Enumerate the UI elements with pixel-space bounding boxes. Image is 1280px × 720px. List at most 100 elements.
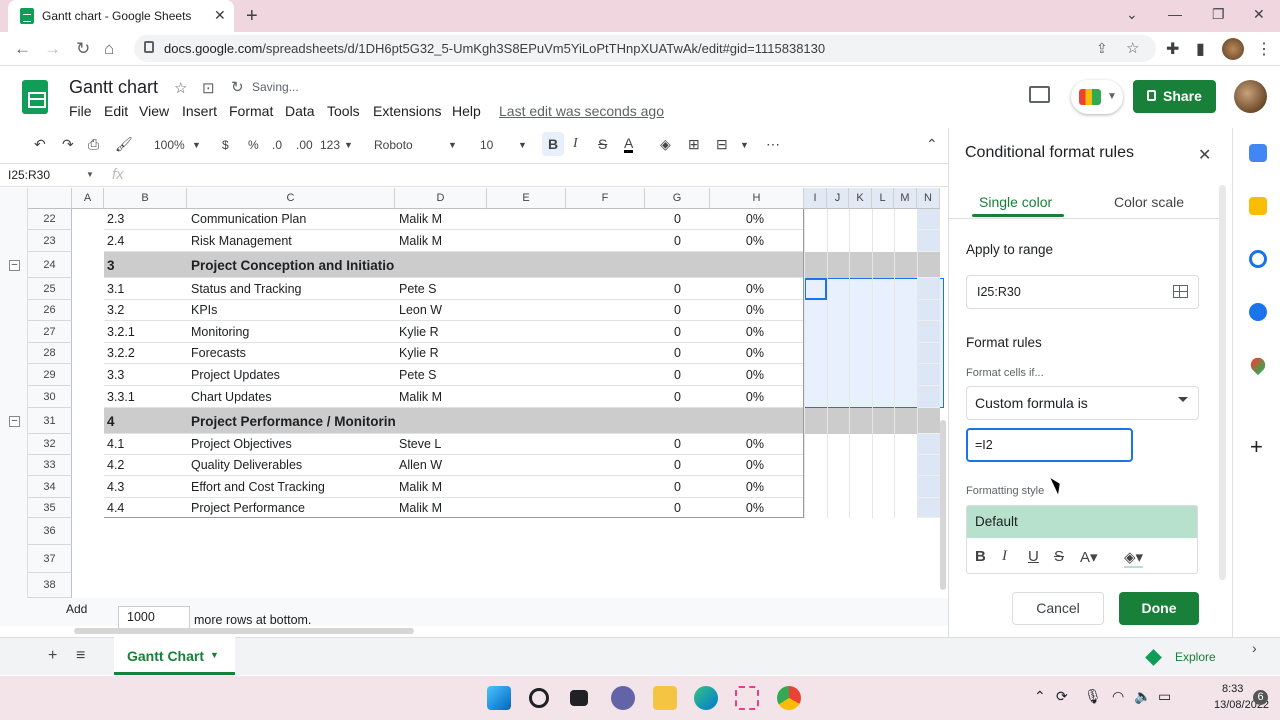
sheet-tab-gantt-chart[interactable]: Gantt Chart ▼ bbox=[114, 637, 235, 675]
cell-wbs[interactable]: 3.2.2 bbox=[107, 346, 187, 360]
range-input[interactable]: I25:R30 bbox=[966, 275, 1199, 309]
cell-owner[interactable]: Kylie R bbox=[399, 346, 487, 360]
tab-single-color[interactable]: Single color bbox=[979, 194, 1052, 210]
address-bar[interactable]: docs.google.com/spreadsheets/d/1DH6pt5G3… bbox=[134, 35, 1156, 62]
style-preset-default[interactable]: Default bbox=[967, 506, 1197, 538]
menu-data[interactable]: Data bbox=[285, 103, 315, 119]
column-header-a[interactable]: A bbox=[72, 188, 104, 209]
collapse-toolbar-icon[interactable]: ⌃ bbox=[926, 136, 938, 153]
explore-button[interactable]: Explore bbox=[1133, 642, 1228, 672]
cell-task[interactable]: Chart Updates bbox=[191, 390, 395, 404]
bookmark-star-icon[interactable]: ☆ bbox=[1126, 39, 1139, 57]
horizontal-scrollbar[interactable] bbox=[74, 628, 414, 634]
notification-badge[interactable]: 6 bbox=[1253, 690, 1268, 705]
custom-formula-input[interactable]: =I2 bbox=[966, 428, 1133, 462]
decrease-decimal-button[interactable]: .0 bbox=[272, 138, 282, 152]
name-box-caret-icon[interactable]: ▼ bbox=[86, 170, 94, 179]
window-close-icon[interactable]: ✕ bbox=[1253, 6, 1265, 23]
extensions-puzzle-icon[interactable]: ✚ bbox=[1166, 39, 1179, 59]
cell-progress[interactable]: 0% bbox=[710, 303, 764, 317]
column-header-l[interactable]: L bbox=[872, 188, 894, 209]
cell-duration[interactable]: 0 bbox=[645, 458, 681, 472]
italic-button[interactable]: I bbox=[573, 136, 578, 152]
menu-insert[interactable]: Insert bbox=[182, 103, 217, 119]
formats-caret-icon[interactable]: ▼ bbox=[344, 140, 353, 150]
menu-help[interactable]: Help bbox=[452, 103, 481, 119]
condition-select[interactable]: Custom formula is bbox=[966, 386, 1199, 420]
cell-wbs[interactable]: 3.3.1 bbox=[107, 390, 187, 404]
tab-search-icon[interactable]: ⌄ bbox=[1126, 6, 1138, 23]
microphone-icon[interactable]: 🎙 bbox=[1084, 688, 1102, 705]
done-button[interactable]: Done bbox=[1119, 592, 1199, 625]
row-header[interactable]: 35 bbox=[28, 498, 72, 518]
menu-edit[interactable]: Edit bbox=[104, 103, 128, 119]
row-header[interactable]: 38 bbox=[28, 573, 72, 598]
more-options-button[interactable]: ⋯ bbox=[766, 136, 780, 153]
cell-wbs[interactable]: 3.2.1 bbox=[107, 325, 187, 339]
file-explorer-icon[interactable] bbox=[653, 686, 677, 710]
star-icon[interactable]: ☆ bbox=[174, 79, 187, 97]
teams-chat-icon[interactable] bbox=[611, 686, 635, 710]
column-header-n[interactable]: N bbox=[917, 188, 940, 209]
add-rows-count-input[interactable]: 1000 bbox=[118, 606, 190, 630]
home-icon[interactable]: ⌂ bbox=[104, 39, 114, 59]
back-icon[interactable]: ← bbox=[14, 39, 31, 59]
all-sheets-icon[interactable]: ≡ bbox=[76, 647, 85, 665]
sync-tray-icon[interactable]: ⟳ bbox=[1056, 688, 1068, 705]
add-rows-button[interactable]: Add bbox=[66, 602, 87, 616]
search-icon[interactable] bbox=[529, 688, 549, 708]
cell-progress[interactable]: 0% bbox=[710, 368, 764, 382]
cell-wbs[interactable]: 3.2 bbox=[107, 303, 187, 317]
style-bold-icon[interactable]: B bbox=[975, 548, 986, 565]
cell-task[interactable]: Project Conception and Initiation bbox=[191, 258, 395, 273]
style-italic-icon[interactable]: I bbox=[1002, 548, 1007, 565]
percent-button[interactable]: % bbox=[248, 138, 259, 152]
merge-cells-icon[interactable]: ⊟ bbox=[716, 136, 728, 153]
column-header-d[interactable]: D bbox=[395, 188, 487, 209]
cell-progress[interactable]: 0% bbox=[710, 390, 764, 404]
cell-duration[interactable]: 0 bbox=[645, 303, 681, 317]
column-header-e[interactable]: E bbox=[487, 188, 566, 209]
font-select[interactable]: Roboto bbox=[374, 138, 413, 152]
text-color-button[interactable]: A bbox=[624, 136, 634, 153]
collapse-group-icon[interactable]: − bbox=[9, 260, 20, 271]
edge-icon[interactable] bbox=[694, 686, 718, 710]
cell-progress[interactable]: 0% bbox=[710, 501, 764, 515]
row-header[interactable]: 33 bbox=[28, 455, 72, 476]
clock-time[interactable]: 8:33 bbox=[1222, 683, 1243, 695]
fill-color-icon[interactable]: ◈ bbox=[660, 136, 671, 153]
collapse-group-icon[interactable]: − bbox=[9, 416, 20, 427]
expand-sidebar-icon[interactable]: › bbox=[1252, 640, 1257, 656]
cell-duration[interactable]: 0 bbox=[645, 325, 681, 339]
increase-decimal-button[interactable]: .00 bbox=[296, 138, 313, 152]
cell-wbs[interactable]: 4.4 bbox=[107, 501, 187, 515]
column-header-c[interactable]: C bbox=[187, 188, 395, 209]
tab-close-icon[interactable]: ✕ bbox=[214, 7, 226, 24]
style-fill-color-icon[interactable]: ◈▾ bbox=[1124, 548, 1144, 568]
cell-wbs[interactable]: 4.2 bbox=[107, 458, 187, 472]
cancel-button[interactable]: Cancel bbox=[1012, 592, 1104, 625]
style-text-color-icon[interactable]: A▾ bbox=[1080, 548, 1098, 566]
keep-icon[interactable] bbox=[1249, 197, 1267, 215]
menu-view[interactable]: View bbox=[139, 103, 169, 119]
cell-progress[interactable]: 0% bbox=[710, 212, 764, 226]
font-size-select[interactable]: 10 bbox=[480, 138, 493, 152]
font-size-caret-icon[interactable]: ▼ bbox=[518, 140, 527, 150]
cell-progress[interactable]: 0% bbox=[710, 234, 764, 248]
contacts-icon[interactable] bbox=[1249, 303, 1267, 321]
cell-task[interactable]: Status and Tracking bbox=[191, 282, 395, 296]
tab-color-scale[interactable]: Color scale bbox=[1114, 194, 1184, 210]
row-header[interactable]: 37 bbox=[28, 545, 72, 573]
menu-file[interactable]: File bbox=[69, 103, 92, 119]
cell-task[interactable]: Risk Management bbox=[191, 234, 395, 248]
tray-overflow-icon[interactable]: ⌃ bbox=[1034, 688, 1046, 705]
vertical-scrollbar[interactable] bbox=[940, 420, 946, 590]
comments-icon[interactable] bbox=[1029, 86, 1050, 103]
add-sheet-icon[interactable]: + bbox=[48, 647, 57, 665]
row-header[interactable]: 36 bbox=[28, 518, 72, 545]
account-avatar[interactable] bbox=[1234, 80, 1267, 113]
last-edit-link[interactable]: Last edit was seconds ago bbox=[499, 103, 664, 119]
share-button[interactable]: Share bbox=[1133, 80, 1216, 113]
new-tab-button[interactable]: + bbox=[246, 5, 258, 28]
column-header-g[interactable]: G bbox=[645, 188, 710, 209]
